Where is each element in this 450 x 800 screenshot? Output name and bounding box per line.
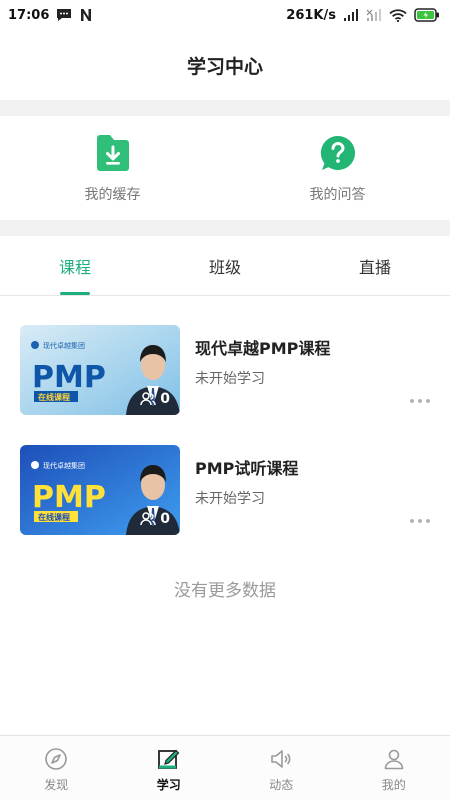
course-item[interactable]: 现代卓越集团 PMP 在线课程 0 PMP试听课程 未开始学习 bbox=[20, 445, 440, 537]
course-title: 现代卓越PMP课程 bbox=[195, 339, 331, 358]
tab-courses[interactable]: 课程 bbox=[0, 236, 150, 295]
nav-discover[interactable]: 发现 bbox=[0, 736, 113, 800]
message-icon bbox=[56, 8, 72, 22]
nav-study-label: 学习 bbox=[156, 778, 181, 792]
bottom-navigation: 发现 学习 动态 我的 bbox=[0, 735, 450, 800]
section-divider bbox=[0, 100, 450, 116]
nav-feed[interactable]: 动态 bbox=[225, 736, 338, 800]
nav-discover-label: 发现 bbox=[44, 778, 69, 792]
tab-classes-label: 班级 bbox=[208, 257, 241, 277]
page-title: 学习中心 bbox=[186, 55, 263, 78]
tab-courses-label: 课程 bbox=[58, 257, 91, 277]
thumb-brand: 现代卓越集团 bbox=[43, 461, 85, 470]
my-cache-button[interactable]: 我的缓存 bbox=[0, 116, 225, 220]
thumb-tag: 在线课程 bbox=[38, 512, 70, 522]
nav-study[interactable]: 学习 bbox=[113, 736, 226, 800]
nav-feed-label: 动态 bbox=[269, 778, 294, 792]
course-thumbnail: 现代卓越集团 PMP 在线课程 0 bbox=[20, 325, 180, 415]
battery-charging-icon bbox=[414, 8, 440, 22]
course-thumbnail: 现代卓越集团 PMP 在线课程 0 bbox=[20, 445, 180, 535]
my-qa-label: 我的问答 bbox=[309, 187, 366, 203]
course-item[interactable]: 现代卓越集团 PMP 在线课程 0 现代卓越PMP课程 未开始学习 bbox=[20, 325, 440, 417]
section-divider bbox=[0, 220, 450, 236]
course-status: 未开始学习 bbox=[195, 371, 265, 387]
speaker-icon bbox=[268, 746, 294, 772]
my-qa-button[interactable]: 我的问答 bbox=[225, 116, 450, 220]
tab-classes[interactable]: 班级 bbox=[150, 236, 300, 295]
study-center-screen: 17:06 261K/s 学习中心 我的缓存 我的问答 课程 班级 直播 现代卓… bbox=[0, 0, 450, 800]
learner-count: 0 bbox=[140, 511, 170, 527]
study-icon bbox=[156, 746, 182, 772]
brand-logo-icon bbox=[31, 341, 39, 349]
quick-actions: 我的缓存 我的问答 bbox=[0, 116, 450, 220]
thumb-title: PMP bbox=[32, 360, 106, 395]
learner-count-value: 0 bbox=[160, 391, 170, 407]
signal-icon bbox=[343, 9, 359, 21]
signal-weak-icon bbox=[366, 9, 382, 21]
status-bar: 17:06 261K/s bbox=[0, 0, 450, 30]
nav-profile[interactable]: 我的 bbox=[338, 736, 450, 800]
network-speed: 261K/s bbox=[286, 7, 336, 23]
thumb-title: PMP bbox=[32, 480, 106, 515]
download-folder-icon bbox=[94, 134, 132, 172]
nav-profile-label: 我的 bbox=[381, 778, 406, 792]
brand-logo-icon bbox=[31, 461, 39, 469]
tab-live-label: 直播 bbox=[358, 257, 391, 277]
status-time: 17:06 bbox=[8, 7, 50, 23]
compass-icon bbox=[43, 746, 69, 772]
my-cache-label: 我的缓存 bbox=[84, 187, 141, 203]
people-icon bbox=[140, 392, 156, 406]
thumb-brand: 现代卓越集团 bbox=[43, 341, 85, 350]
people-icon bbox=[140, 512, 156, 526]
tab-live[interactable]: 直播 bbox=[300, 236, 450, 295]
course-title: PMP试听课程 bbox=[195, 459, 299, 478]
more-options-icon[interactable] bbox=[410, 399, 430, 403]
question-bubble-icon bbox=[319, 134, 357, 172]
list-end-message: 没有更多数据 bbox=[174, 581, 276, 601]
tab-bar: 课程 班级 直播 bbox=[0, 236, 450, 296]
n-notification-icon bbox=[79, 8, 93, 22]
thumb-tag: 在线课程 bbox=[38, 392, 70, 402]
learner-count: 0 bbox=[140, 391, 170, 407]
profile-icon bbox=[381, 746, 407, 772]
active-tab-indicator bbox=[60, 292, 90, 295]
header: 学习中心 bbox=[0, 30, 450, 100]
wifi-icon bbox=[389, 8, 407, 22]
more-options-icon[interactable] bbox=[410, 519, 430, 523]
learner-count-value: 0 bbox=[160, 511, 170, 527]
course-status: 未开始学习 bbox=[195, 491, 265, 507]
